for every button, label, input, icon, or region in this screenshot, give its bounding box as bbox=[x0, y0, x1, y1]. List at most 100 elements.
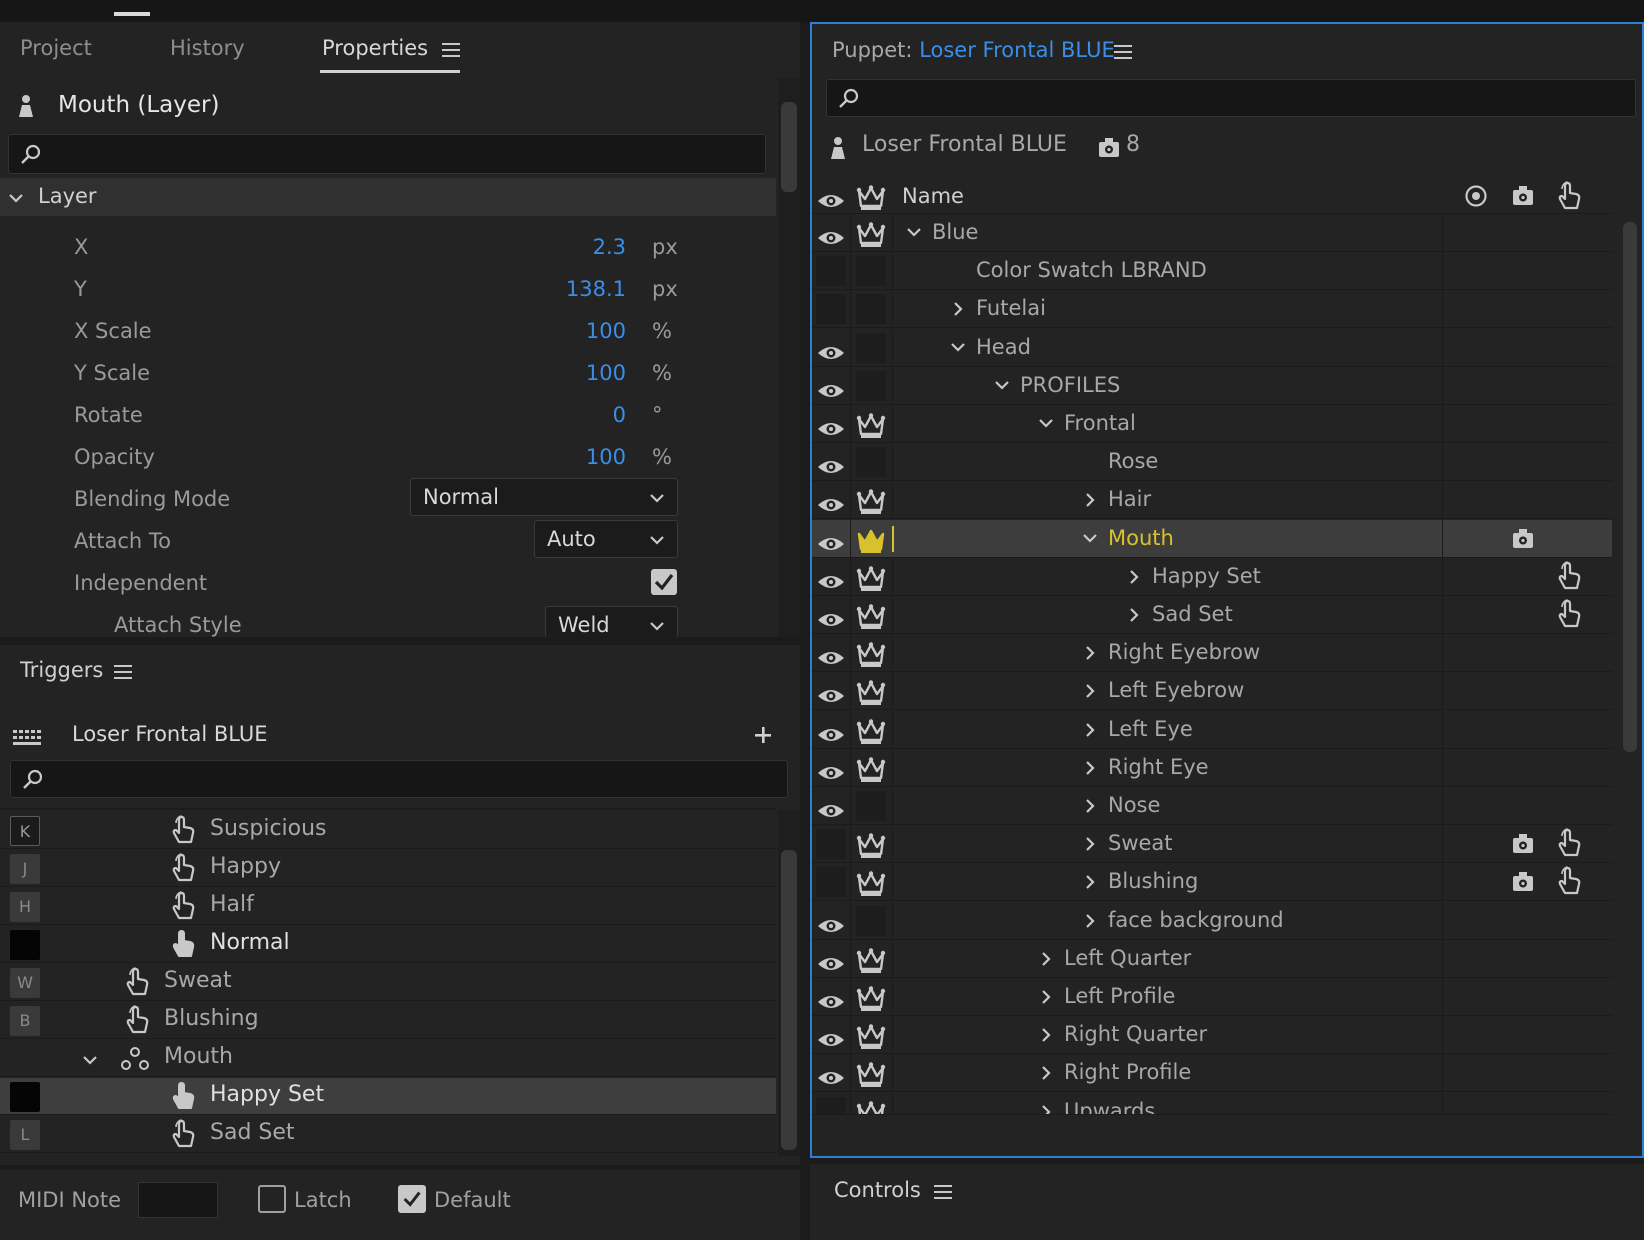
column-divider bbox=[1442, 748, 1443, 787]
trigger-row-normal[interactable]: Normal bbox=[0, 926, 776, 963]
properties-search-input[interactable] bbox=[8, 134, 766, 174]
scrollbar-thumb[interactable] bbox=[1623, 222, 1637, 752]
layer-row[interactable]: Frontal bbox=[812, 405, 1612, 443]
layer-row[interactable]: Left Eyebrow bbox=[812, 672, 1612, 711]
trigger-row-blushing[interactable]: B Blushing bbox=[0, 1002, 776, 1039]
scrollbar-thumb[interactable] bbox=[781, 102, 797, 192]
chevron-right-icon bbox=[1040, 1065, 1052, 1081]
independent-checkbox[interactable] bbox=[651, 569, 677, 595]
puppet-scrollbar[interactable] bbox=[1618, 214, 1642, 1072]
layer-row[interactable]: Head bbox=[812, 328, 1612, 367]
visibility-toggle[interactable] bbox=[816, 256, 846, 287]
trigger-row-suspicious[interactable]: K Suspicious bbox=[0, 812, 776, 849]
independence-toggle[interactable] bbox=[856, 332, 886, 363]
section-layer[interactable]: Layer bbox=[0, 178, 776, 216]
trigger-row-sweat[interactable]: W Sweat bbox=[0, 964, 776, 1001]
panel-menu-icon[interactable] bbox=[934, 1184, 954, 1200]
independence-toggle[interactable] bbox=[856, 370, 886, 401]
chevron-down-icon[interactable] bbox=[82, 1054, 98, 1066]
trigger-row-sad-set[interactable]: L Sad Set bbox=[0, 1116, 776, 1153]
midi-note-input[interactable] bbox=[138, 1182, 218, 1218]
layer-row[interactable]: Right Eyebrow bbox=[812, 634, 1612, 673]
tab-history[interactable]: History bbox=[170, 36, 245, 60]
layer-row[interactable]: Left Eye bbox=[812, 710, 1612, 749]
layer-row[interactable]: Happy Set bbox=[812, 557, 1612, 596]
independence-toggle[interactable] bbox=[856, 791, 886, 821]
panel-menu-icon[interactable] bbox=[442, 42, 462, 58]
tab-project[interactable]: Project bbox=[20, 36, 92, 60]
layer-row[interactable]: Right Eye bbox=[812, 748, 1612, 787]
column-divider bbox=[892, 443, 893, 482]
layer-row[interactable]: Upwards bbox=[812, 1092, 1612, 1115]
layer-row[interactable]: Sad Set bbox=[812, 596, 1612, 634]
independence-toggle[interactable] bbox=[856, 905, 886, 936]
visibility-toggle[interactable] bbox=[816, 294, 846, 325]
layer-row[interactable]: Left Quarter bbox=[812, 939, 1612, 978]
default-checkbox[interactable] bbox=[398, 1185, 426, 1213]
trigger-row-mouth-swapset[interactable]: Mouth bbox=[0, 1040, 776, 1077]
eye-icon bbox=[816, 218, 846, 248]
column-divider bbox=[1442, 978, 1443, 1016]
prop-value[interactable]: 2.3 bbox=[593, 235, 626, 259]
prop-value[interactable]: 0 bbox=[613, 403, 626, 427]
puppet-search-input[interactable] bbox=[826, 79, 1636, 117]
layer-row[interactable]: Color Swatch LBRAND bbox=[812, 252, 1612, 291]
column-divider bbox=[850, 290, 851, 329]
layer-row[interactable]: Blushing bbox=[812, 863, 1612, 902]
trigger-row-half[interactable]: H Half bbox=[0, 888, 776, 925]
triggers-panel: Triggers Loser Frontal BLUE K Suspicious… bbox=[0, 645, 800, 1165]
independence-toggle[interactable] bbox=[856, 294, 886, 325]
tab-properties[interactable]: Properties bbox=[322, 36, 428, 60]
panel-menu-icon[interactable] bbox=[1114, 44, 1134, 60]
independence-toggle[interactable] bbox=[856, 447, 886, 478]
layer-row[interactable]: PROFILES bbox=[812, 366, 1612, 405]
blending-mode-select[interactable]: Normal bbox=[410, 478, 678, 516]
trigger-options-bar: MIDI Note Latch Default bbox=[0, 1170, 800, 1240]
prop-value[interactable]: 138.1 bbox=[566, 277, 626, 301]
chevron-down-icon bbox=[649, 534, 665, 546]
scrollbar-thumb[interactable] bbox=[781, 850, 797, 1150]
layer-row[interactable]: Sweat bbox=[812, 825, 1612, 864]
trigger-row-happy-set[interactable]: Happy Set bbox=[0, 1078, 776, 1115]
hand-trigger-icon bbox=[170, 1119, 196, 1149]
layer-row[interactable]: Right Quarter bbox=[812, 1016, 1612, 1055]
crown-icon bbox=[856, 1058, 886, 1088]
latch-checkbox[interactable] bbox=[258, 1185, 286, 1213]
visibility-toggle[interactable] bbox=[816, 867, 846, 898]
add-trigger-icon[interactable] bbox=[753, 725, 773, 745]
layer-name: Sweat bbox=[1108, 831, 1173, 856]
column-divider bbox=[892, 481, 893, 520]
column-divider bbox=[892, 1054, 893, 1093]
layer-name: Nose bbox=[1108, 793, 1161, 817]
trigger-label: Normal bbox=[210, 930, 290, 955]
panel-menu-icon[interactable] bbox=[114, 664, 134, 680]
trigger-row-happy[interactable]: J Happy bbox=[0, 850, 776, 887]
triggers-search-input[interactable] bbox=[10, 760, 788, 798]
attach-to-select[interactable]: Auto bbox=[534, 520, 678, 558]
layer-row[interactable]: Futelai bbox=[812, 290, 1612, 329]
column-divider bbox=[1442, 481, 1443, 520]
layer-row[interactable]: Left Profile bbox=[812, 978, 1612, 1016]
column-divider bbox=[892, 634, 893, 673]
layer-row[interactable]: Right Profile bbox=[812, 1054, 1612, 1093]
prop-value[interactable]: 100 bbox=[586, 319, 626, 343]
column-divider bbox=[892, 405, 893, 443]
puppet-title-name[interactable]: Loser Frontal BLUE bbox=[919, 38, 1115, 62]
triggers-scrollbar[interactable] bbox=[778, 810, 800, 1156]
attach-style-select[interactable]: Weld bbox=[545, 606, 678, 637]
layer-row[interactable]: Rose bbox=[812, 443, 1612, 482]
column-divider bbox=[850, 443, 851, 482]
layer-row[interactable]: face background bbox=[812, 901, 1612, 940]
layer-row[interactable]: Nose bbox=[812, 787, 1612, 825]
layer-row[interactable]: Blue bbox=[812, 214, 1612, 252]
column-divider bbox=[1442, 787, 1443, 825]
independence-toggle[interactable] bbox=[856, 256, 886, 287]
visibility-toggle[interactable] bbox=[816, 1096, 846, 1114]
prop-value[interactable]: 100 bbox=[586, 361, 626, 385]
layer-row[interactable]: Hair bbox=[812, 481, 1612, 520]
column-name-header[interactable]: Name bbox=[902, 184, 964, 208]
visibility-toggle[interactable] bbox=[816, 829, 846, 860]
prop-value[interactable]: 100 bbox=[586, 445, 626, 469]
layer-row[interactable]: Mouth bbox=[812, 519, 1612, 558]
properties-scrollbar[interactable] bbox=[778, 78, 800, 637]
